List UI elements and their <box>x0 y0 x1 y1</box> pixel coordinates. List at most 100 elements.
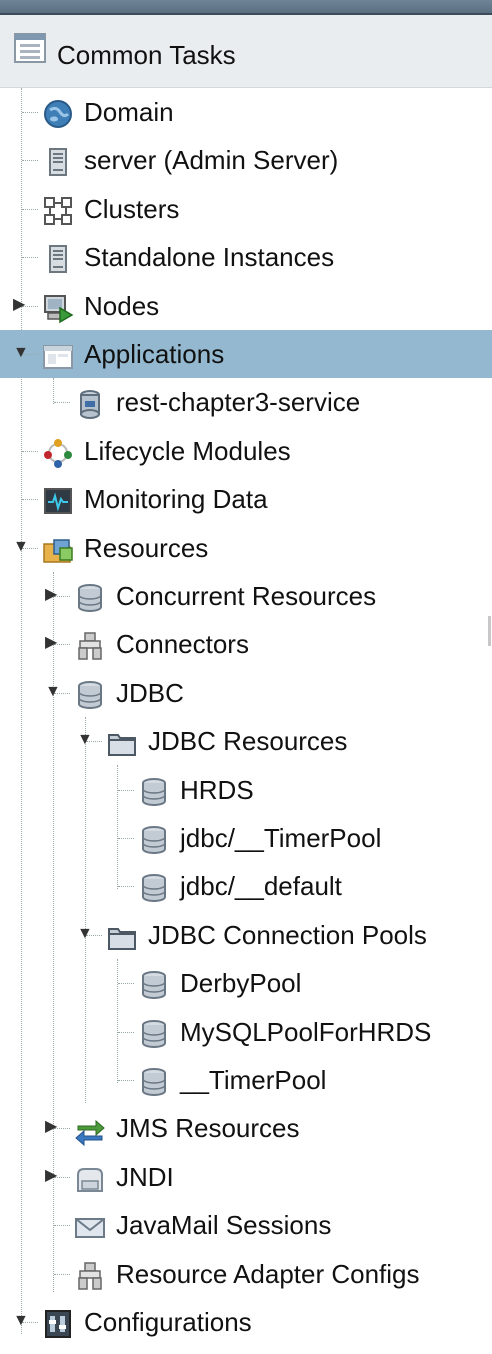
tree-item-concurrent-resources[interactable]: ▶ Concurrent Resources <box>0 572 492 620</box>
database-icon <box>142 826 166 854</box>
tree-item-server-admin-server[interactable]: server (Admin Server) <box>0 136 492 184</box>
tree-item-nodes[interactable]: ▶ Nodes <box>0 282 492 330</box>
tree-item-label: JavaMail Sessions <box>116 1210 332 1241</box>
config-icon <box>45 1310 71 1338</box>
tree-item-label: JDBC <box>116 677 184 708</box>
database-icon <box>142 971 166 1000</box>
collapse-toggle-icon[interactable]: ▼ <box>77 731 95 749</box>
tree-connector <box>118 886 134 888</box>
tree-item-connectors[interactable]: ▶ Connectors <box>0 620 492 668</box>
tree-item-configurations[interactable]: ▼ Configurations <box>0 1298 492 1346</box>
monitor-icon <box>44 488 72 515</box>
tree-item-mysqlpoolforhrds[interactable]: MySQLPoolForHRDS <box>0 1008 492 1056</box>
tree-item-jdbc-timerpool[interactable]: jdbc/__TimerPool <box>0 814 492 862</box>
connector-icon <box>78 632 102 661</box>
tree-item-rest-chapter3-service[interactable]: rest-chapter3-service <box>0 378 492 426</box>
tree-item-jms-resources[interactable]: ▶ JMS Resources <box>0 1104 492 1152</box>
lifecycle-icon <box>44 438 72 468</box>
tree-item-label: MySQLPoolForHRDS <box>180 1016 432 1047</box>
tree-connector <box>22 208 38 210</box>
jms-icon <box>75 1120 105 1147</box>
tree-item-label: JNDI <box>116 1161 174 1192</box>
tree-item-label: jdbc/__default <box>180 871 342 902</box>
server-icon <box>49 245 67 274</box>
node-icon <box>44 294 74 323</box>
tree-item-resources[interactable]: ▼ Resources <box>0 524 492 572</box>
tree-item-jdbc-connection-pools[interactable]: ▼ JDBC Connection Pools <box>0 911 492 959</box>
database-icon <box>142 874 166 903</box>
collapse-toggle-icon[interactable]: ▼ <box>13 1312 31 1330</box>
tree-item-label: rest-chapter3-service <box>116 387 361 418</box>
tree-connector <box>118 838 134 839</box>
tree-connector <box>22 257 38 259</box>
tree-item-label: Concurrent Resources <box>116 581 377 611</box>
folder-icon <box>108 734 136 757</box>
tree-item-monitoring-data[interactable]: Monitoring Data <box>0 475 492 523</box>
tree-connector <box>118 1080 134 1081</box>
common-tasks-header[interactable]: Common Tasks <box>0 15 492 88</box>
tree-item-timerpool[interactable]: __TimerPool <box>0 1056 492 1104</box>
tree-item-label: Monitoring Data <box>84 484 268 515</box>
tree-item-label: __TimerPool <box>180 1065 327 1095</box>
database-icon <box>78 680 102 709</box>
connector-icon <box>78 1261 102 1290</box>
top-frame-bar <box>0 0 492 15</box>
scrollbar-indicator[interactable] <box>488 616 491 646</box>
tree-item-label: server (Admin Server) <box>84 145 339 176</box>
tree-item-label: DerbyPool <box>180 968 302 999</box>
database-icon <box>78 584 102 612</box>
tree-item-label: Applications <box>84 339 225 369</box>
database-icon <box>142 1068 166 1096</box>
tree-item-jdbc-default[interactable]: jdbc/__default <box>0 862 492 910</box>
tree-item-resource-adapter-configs[interactable]: Resource Adapter Configs <box>0 1250 492 1298</box>
tree-item-standalone-instances[interactable]: Standalone Instances <box>0 233 492 281</box>
tree-item-label: Configurations <box>84 1307 252 1337</box>
resources-folder-icon <box>43 538 73 563</box>
common-tasks-title: Common Tasks <box>57 40 236 70</box>
tree-item-label: Domain <box>84 97 174 127</box>
folder-icon <box>108 927 136 950</box>
jndi-icon <box>77 1167 103 1192</box>
expand-toggle-icon[interactable]: ▶ <box>45 1118 63 1136</box>
tree-connector <box>54 1273 70 1275</box>
server-icon <box>49 148 67 177</box>
tree-item-label: JDBC Resources <box>148 726 348 757</box>
tree-item-label: HRDS <box>180 774 254 805</box>
tree-item-label: Resources <box>84 532 209 563</box>
expand-toggle-icon[interactable]: ▶ <box>45 634 63 652</box>
tree-item-javamail-sessions[interactable]: JavaMail Sessions <box>0 1201 492 1249</box>
collapse-toggle-icon[interactable]: ▼ <box>13 538 31 556</box>
tree-connector <box>22 160 38 162</box>
tree-connector <box>54 402 70 404</box>
tree-item-jndi[interactable]: ▶ JNDI <box>0 1153 492 1201</box>
collapse-toggle-icon[interactable]: ▼ <box>45 683 63 701</box>
tree-item-label: jdbc/__TimerPool <box>180 823 382 853</box>
tree-item-derbypool[interactable]: DerbyPool <box>0 959 492 1007</box>
cluster-icon <box>44 196 72 225</box>
tree-item-label: Standalone Instances <box>84 242 335 273</box>
tree-item-label: JDBC Connection Pools <box>148 919 427 950</box>
tree-item-jdbc[interactable]: ▼ JDBC <box>0 669 492 717</box>
tree-item-jdbc-resources[interactable]: ▼ JDBC Resources <box>0 717 492 765</box>
tree-item-hrds[interactable]: HRDS <box>0 766 492 814</box>
database-icon <box>142 1019 166 1048</box>
tree-item-applications[interactable]: ▼ Applications <box>0 330 492 378</box>
jar-icon <box>80 390 100 420</box>
tree-item-label: Resource Adapter Configs <box>116 1258 420 1289</box>
tree-connector <box>118 983 134 985</box>
mail-icon <box>75 1218 105 1239</box>
tree-connector <box>54 1225 70 1227</box>
tree-connector <box>22 112 38 113</box>
tree-item-domain[interactable]: Domain <box>0 88 492 136</box>
expand-toggle-icon[interactable]: ▶ <box>45 586 63 604</box>
tree-item-label: Clusters <box>84 193 180 224</box>
collapse-toggle-icon[interactable]: ▼ <box>13 344 31 362</box>
tree-item-clusters[interactable]: Clusters <box>0 185 492 233</box>
expand-toggle-icon[interactable]: ▶ <box>45 1167 63 1185</box>
tree-connector <box>118 789 134 791</box>
tree-connector <box>118 1031 134 1033</box>
tree-item-lifecycle-modules[interactable]: Lifecycle Modules <box>0 427 492 475</box>
expand-toggle-icon[interactable]: ▶ <box>13 296 31 314</box>
applications-icon <box>43 345 73 369</box>
collapse-toggle-icon[interactable]: ▼ <box>77 925 95 943</box>
